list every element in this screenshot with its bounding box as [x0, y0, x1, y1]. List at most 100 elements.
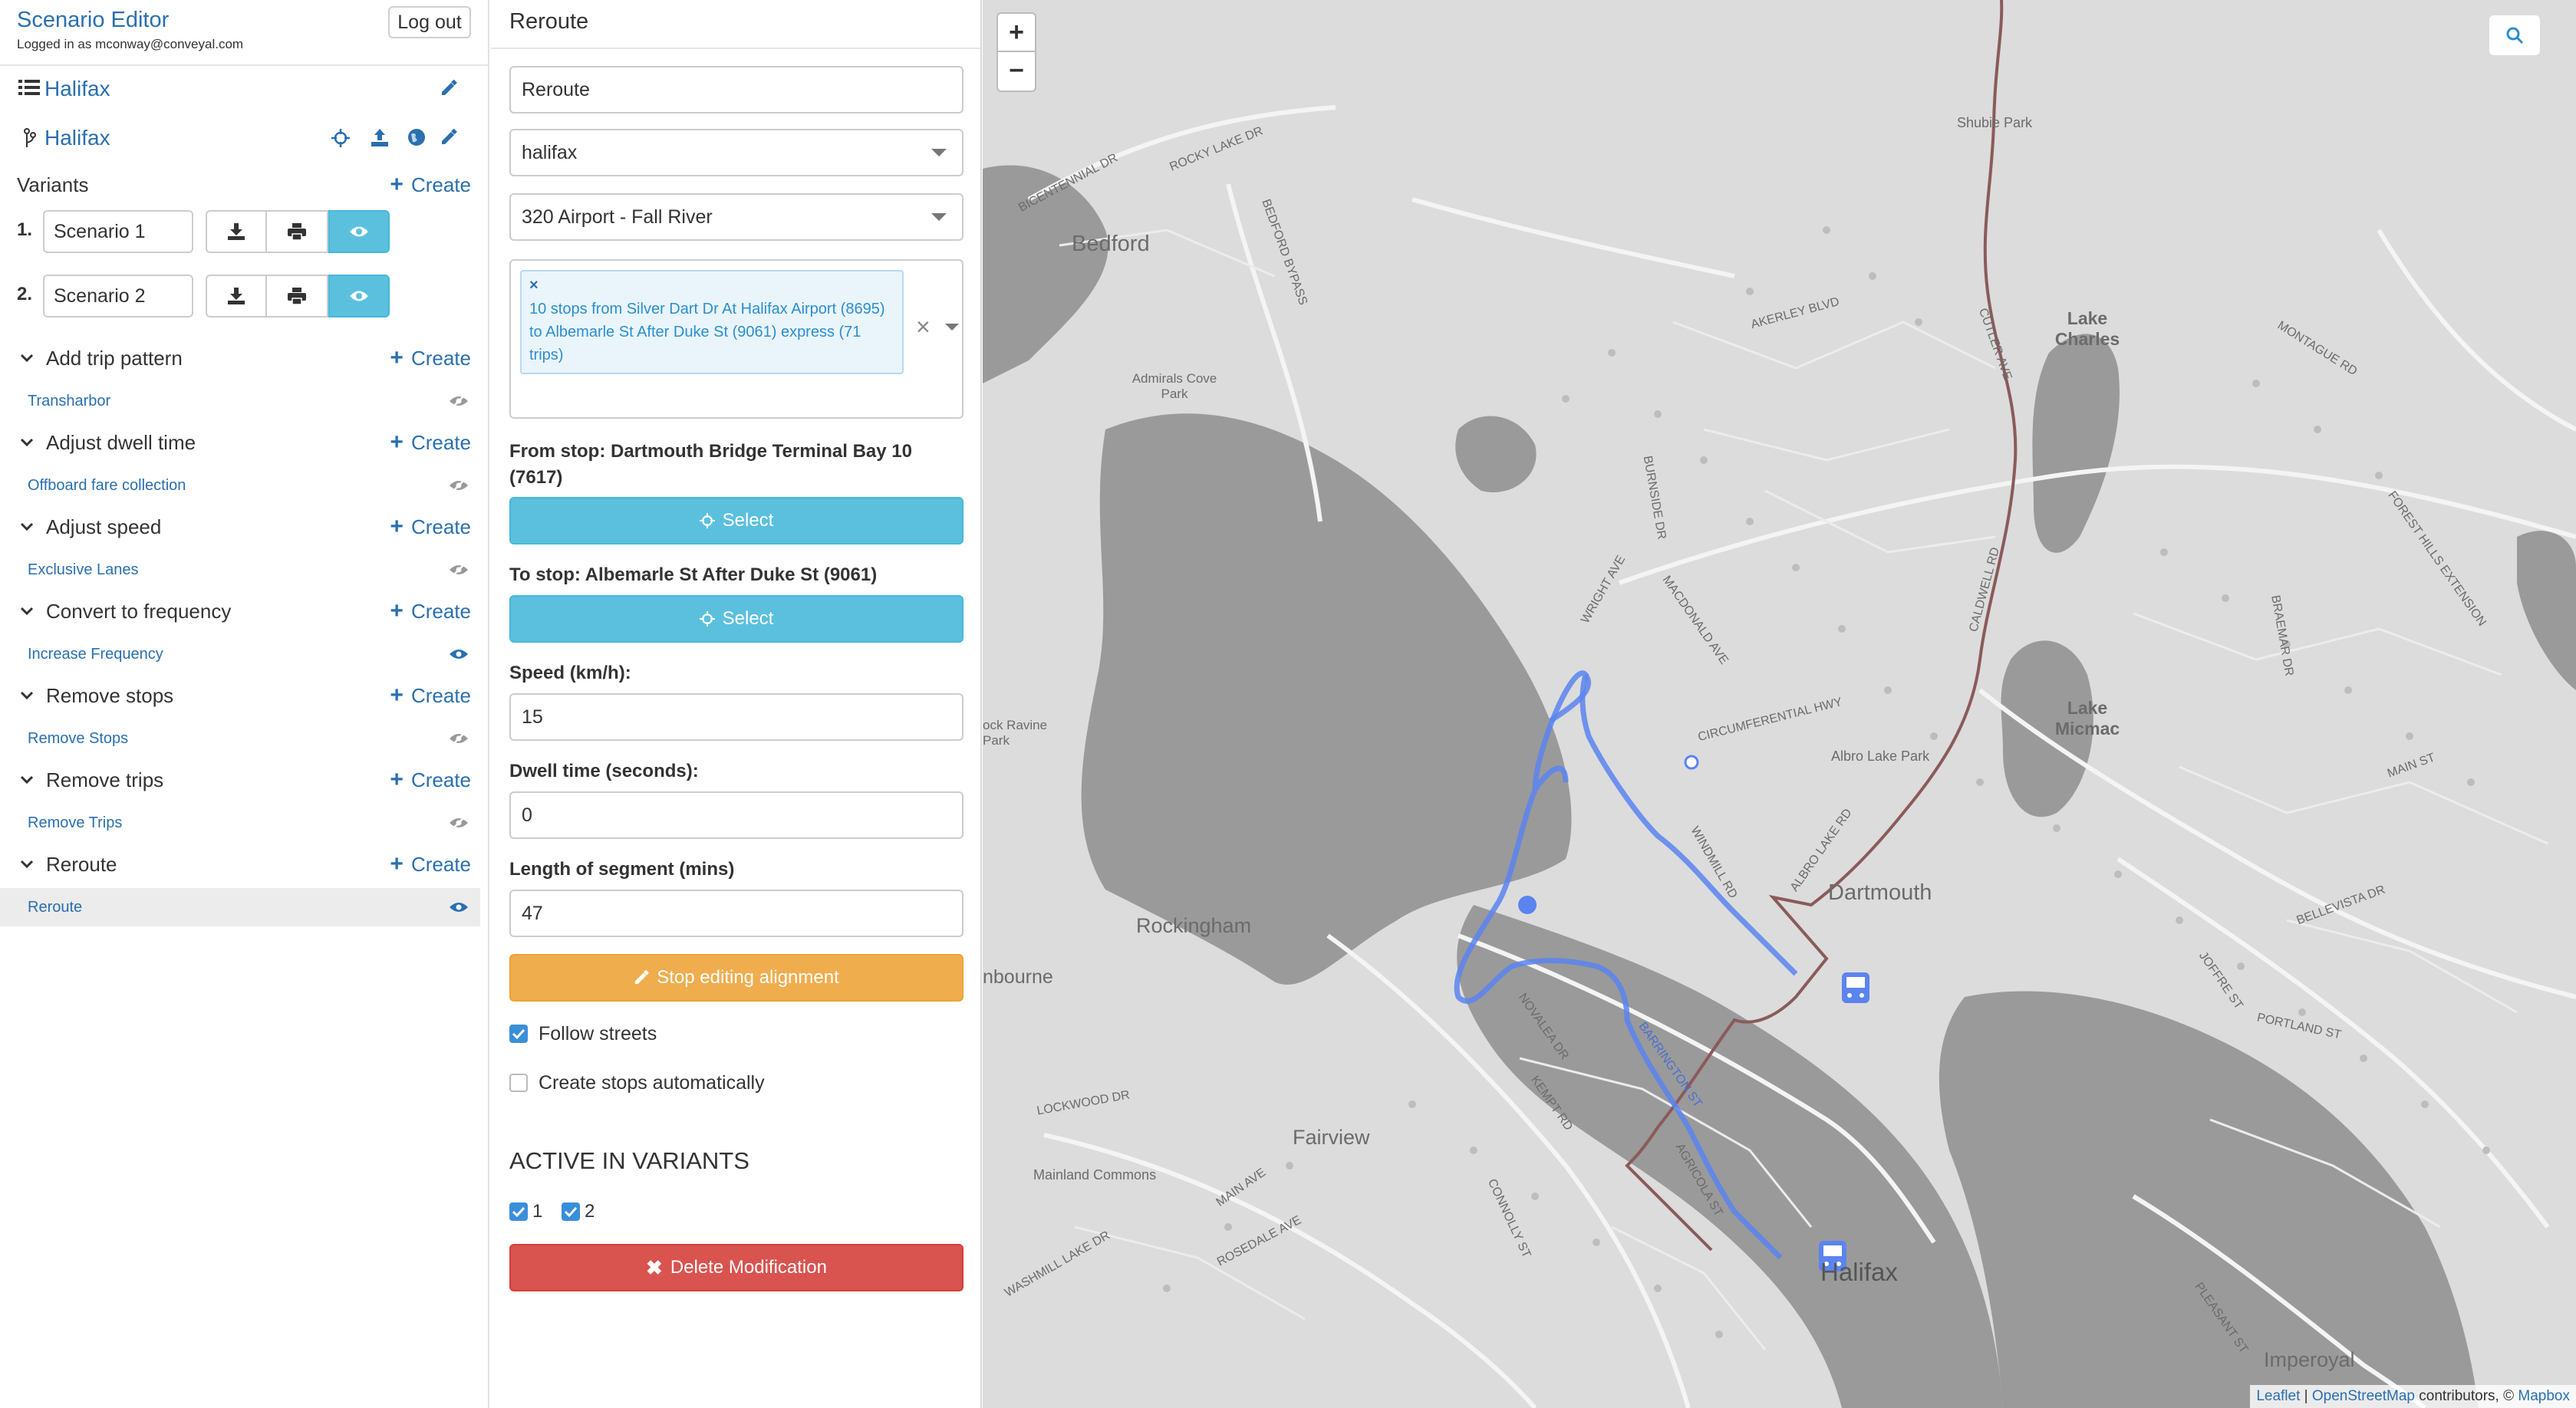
eye-slash-icon[interactable] [448, 816, 469, 830]
chevron-down-icon[interactable] [20, 689, 34, 702]
print-button[interactable] [267, 210, 328, 253]
segment-length-label: Length of segment (mins) [509, 859, 735, 880]
logout-button[interactable]: Log out [388, 6, 471, 38]
close-icon: ✖ [646, 1255, 663, 1279]
eye-slash-icon[interactable] [448, 732, 469, 745]
edit-project-icon[interactable] [440, 79, 457, 100]
create-variant-button[interactable]: + Create [390, 172, 471, 198]
download-button[interactable] [206, 275, 267, 317]
select-to-stop-button[interactable]: Select [509, 595, 964, 643]
modification-item[interactable]: Remove Trips [28, 814, 122, 832]
chevron-down-icon[interactable] [20, 604, 34, 618]
delete-modification-button[interactable]: ✖ Delete Modification [509, 1244, 964, 1291]
create-modification-button[interactable]: + Create [390, 683, 471, 709]
chevron-down-icon[interactable] [20, 351, 34, 365]
eye-slash-icon[interactable] [448, 394, 469, 408]
print-button[interactable] [267, 275, 328, 317]
app-title[interactable]: Scenario Editor [17, 8, 169, 33]
app-root: { "header": {"app_title": "Scenario Edit… [0, 0, 2576, 1408]
modification-item[interactable]: Exclusive Lanes [28, 561, 139, 579]
create-modification-button[interactable]: + Create [390, 345, 471, 371]
bus-icon[interactable] [1842, 972, 1869, 1003]
zoom-in-button[interactable]: + [996, 12, 1036, 52]
select-from-stop-button[interactable]: Select [509, 497, 964, 544]
eye-slash-icon[interactable] [448, 479, 469, 492]
modification-type-label[interactable]: Reroute [46, 853, 117, 877]
edit-bundle-icon[interactable] [440, 128, 457, 150]
eye-icon[interactable] [448, 647, 469, 661]
pattern-multiselect[interactable]: × 10 stops from Silver Dart Dr At Halifa… [509, 259, 964, 419]
feed-select[interactable]: halifax [509, 129, 964, 176]
clear-icon[interactable]: × [916, 313, 931, 341]
modification-item[interactable]: Increase Frequency [28, 646, 163, 663]
map-view[interactable]: Bedford Lake Charles Lake Micmac Dartmou… [983, 0, 2576, 1408]
follow-streets-checkbox[interactable] [509, 1025, 528, 1043]
place-label: Lake Micmac [2054, 698, 2120, 739]
variant-1-label: 1 [532, 1201, 543, 1222]
globe-icon[interactable] [407, 127, 427, 151]
modification-type-label[interactable]: Adjust speed [46, 515, 161, 539]
create-modification-button[interactable]: + Create [390, 767, 471, 793]
modification-item[interactable]: Remove Stops [28, 730, 128, 748]
route-select[interactable]: 320 Airport - Fall River [509, 193, 964, 241]
modification-form: Reroute Reroute halifax 320 Airport - Fa… [491, 0, 982, 1408]
modification-type-label[interactable]: Add trip pattern [46, 347, 183, 370]
toggle-visibility-button[interactable] [328, 210, 390, 253]
place-label: Dartmouth [1828, 880, 1932, 905]
variant-2-checkbox[interactable] [562, 1202, 580, 1221]
modification-type-label[interactable]: Remove stops [46, 684, 173, 708]
create-modification-button[interactable]: + Create [390, 514, 471, 540]
variant-1-checkbox[interactable] [509, 1202, 528, 1221]
attribution-separator: | [2300, 1388, 2312, 1404]
route-control-point[interactable] [1684, 755, 1699, 770]
create-modification-button[interactable]: + Create [390, 851, 471, 877]
download-button[interactable] [206, 210, 267, 253]
modification-item[interactable]: Transharbor [28, 393, 110, 410]
create-label: Create [410, 600, 471, 623]
logged-in-text: Logged in as mconway@conveyal.com [17, 37, 244, 51]
mapbox-link[interactable]: Mapbox [2518, 1388, 2570, 1404]
pencil-icon [635, 970, 650, 985]
modification-type-label[interactable]: Adjust dwell time [46, 431, 196, 455]
create-stops-checkbox[interactable] [509, 1074, 528, 1092]
divider [491, 48, 980, 49]
modification-type-label[interactable]: Convert to frequency [46, 600, 231, 623]
chevron-down-icon[interactable] [20, 773, 34, 787]
create-modification-button[interactable]: + Create [390, 598, 471, 624]
create-modification-button[interactable]: + Create [390, 429, 471, 456]
toggle-visibility-button[interactable] [328, 275, 390, 317]
create-label: Create [410, 347, 471, 370]
variant-name-input[interactable]: Scenario 1 [43, 210, 193, 253]
download-icon [228, 223, 245, 240]
variant-name-input[interactable]: Scenario 2 [43, 275, 193, 317]
speed-input[interactable]: 15 [509, 693, 964, 741]
chevron-down-icon[interactable] [20, 520, 34, 534]
crosshair-icon[interactable] [331, 129, 350, 151]
stop-editing-alignment-button[interactable]: Stop editing alignment [509, 954, 964, 1002]
route-stop-marker[interactable] [1518, 896, 1537, 914]
segment-length-input[interactable]: 47 [509, 890, 964, 937]
osm-link[interactable]: OpenStreetMap [2312, 1388, 2415, 1404]
map-attribution: Leaflet | OpenStreetMap contributors, © … [2250, 1385, 2576, 1408]
map-search-button[interactable] [2489, 15, 2540, 55]
upload-icon[interactable] [370, 127, 390, 151]
bundle-name[interactable]: Halifax [44, 126, 110, 150]
zoom-out-button[interactable]: − [996, 52, 1036, 92]
chevron-down-icon[interactable] [20, 857, 34, 871]
caret-down-icon[interactable] [945, 324, 959, 331]
create-stops-label: Create stops automatically [539, 1072, 765, 1094]
modification-type-label[interactable]: Remove trips [46, 768, 163, 792]
project-name[interactable]: Halifax [44, 77, 110, 101]
chevron-down-icon[interactable] [20, 436, 34, 449]
feed-select-value: halifax [522, 142, 578, 163]
eye-slash-icon[interactable] [448, 563, 469, 577]
dwell-input[interactable]: 0 [509, 791, 964, 839]
modification-item-selected[interactable]: Reroute [28, 899, 82, 916]
place-label: nbourne [983, 966, 1053, 988]
modification-item[interactable]: Offboard fare collection [28, 477, 186, 495]
leaflet-link[interactable]: Leaflet [2256, 1388, 2300, 1404]
eye-icon[interactable] [448, 900, 469, 914]
attribution-text: contributors, © [2415, 1388, 2518, 1404]
modification-name-input[interactable]: Reroute [509, 66, 964, 113]
remove-tag-icon[interactable]: × [529, 278, 894, 293]
